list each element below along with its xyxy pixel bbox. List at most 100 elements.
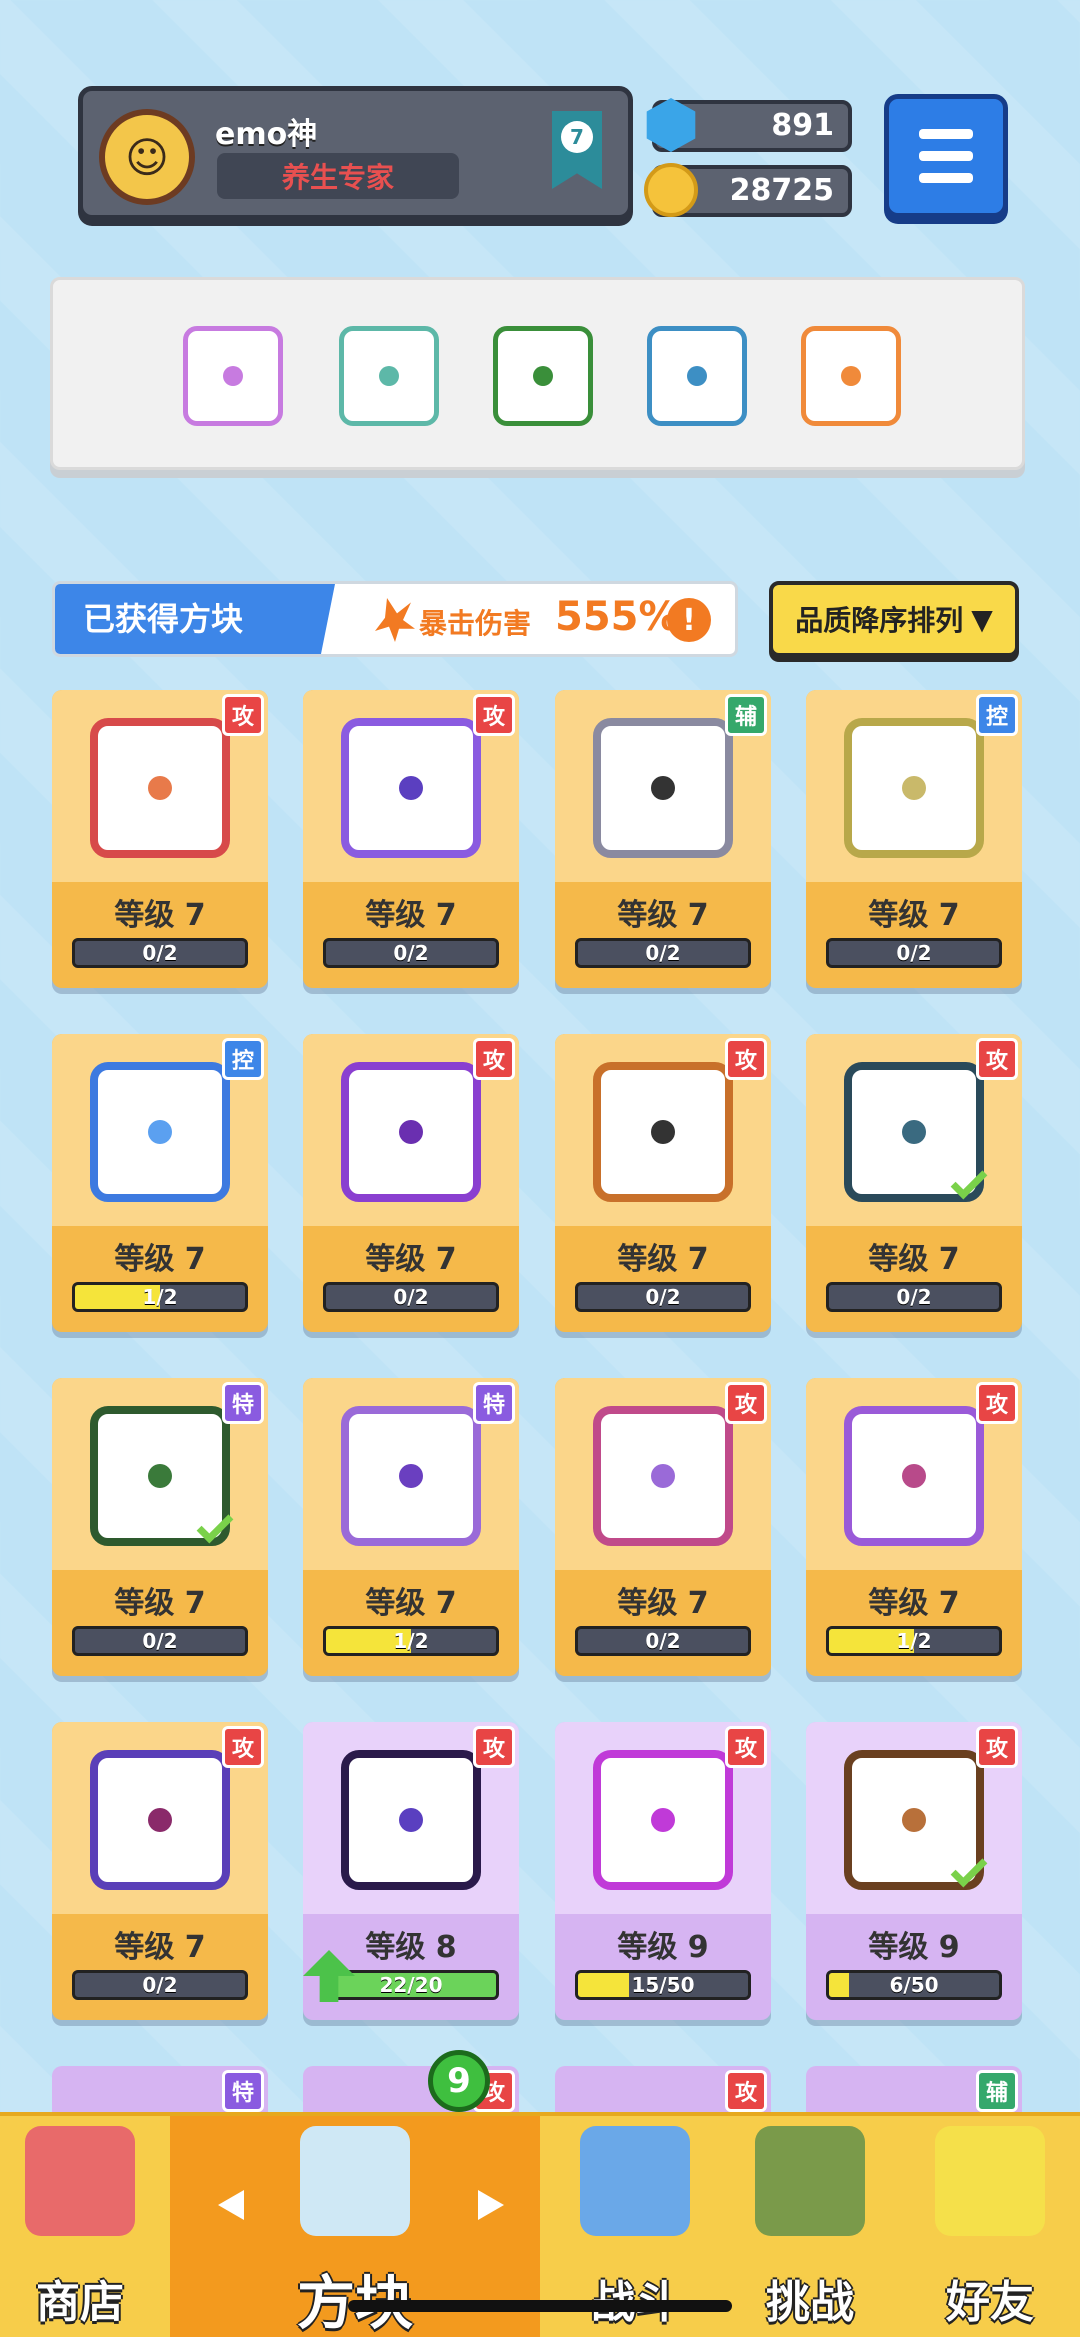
block-card[interactable]: 攻 等级 7 0/2 bbox=[52, 1722, 268, 2020]
progress-text: 22/20 bbox=[379, 1973, 443, 1997]
block-type-badge: 特 bbox=[473, 1382, 515, 1424]
block-progress-bar: 0/2 bbox=[826, 1282, 1002, 1312]
info-icon[interactable]: ! bbox=[667, 598, 711, 642]
progress-text: 0/2 bbox=[142, 941, 178, 965]
block-card[interactable]: 攻 等级 7 0/2 bbox=[555, 1034, 771, 1332]
block-card[interactable]: 攻 等级 8 22/20 bbox=[303, 1722, 519, 2020]
block-card[interactable]: 攻 等级 9 6/50 bbox=[806, 1722, 1022, 2020]
block-icon bbox=[341, 1406, 481, 1546]
block-progress-bar: 6/50 bbox=[826, 1970, 1002, 2000]
block-card[interactable]: 攻 等级 7 0/2 bbox=[52, 690, 268, 988]
block-progress-bar: 15/50 bbox=[575, 1970, 751, 2000]
block-card[interactable]: 攻 等级 7 0/2 bbox=[555, 1378, 771, 1676]
block-icon bbox=[844, 718, 984, 858]
block-type-badge: 攻 bbox=[725, 1382, 767, 1424]
nav-friends[interactable]: 好友 bbox=[900, 2116, 1080, 2337]
block-card[interactable]: 攻 等级 7 0/2 bbox=[303, 690, 519, 988]
block-level: 等级 7 bbox=[617, 1242, 709, 1277]
block-core-icon bbox=[902, 1120, 926, 1144]
nav-shop[interactable]: 商店 bbox=[0, 2116, 160, 2337]
block-core-icon bbox=[148, 776, 172, 800]
block-card[interactable]: 攻 等级 7 0/2 bbox=[303, 1034, 519, 1332]
progress-text: 1/2 bbox=[142, 1285, 178, 1309]
gem-counter[interactable]: 891 bbox=[646, 98, 852, 152]
progress-text: 1/2 bbox=[896, 1629, 932, 1653]
player-avatar[interactable]: ☺ bbox=[99, 109, 195, 205]
block-core-icon bbox=[148, 1464, 172, 1488]
block-type-badge: 攻 bbox=[725, 1726, 767, 1768]
blocks-notification-badge: 9 bbox=[428, 2050, 490, 2112]
block-card[interactable]: 攻 等级 7 0/2 bbox=[806, 1034, 1022, 1332]
block-type-badge: 攻 bbox=[473, 694, 515, 736]
owned-blocks-header: 已获得方块 暴击伤害 555% ! bbox=[52, 581, 738, 657]
block-progress-bar: 0/2 bbox=[72, 1970, 248, 2000]
block-progress-bar: 1/2 bbox=[72, 1282, 248, 1312]
block-icon bbox=[341, 1750, 481, 1890]
block-icon bbox=[593, 1406, 733, 1546]
block-card[interactable]: 攻 等级 7 1/2 bbox=[806, 1378, 1022, 1676]
block-card[interactable]: 辅 等级 7 0/2 bbox=[555, 690, 771, 988]
equipped-slot-vine-block[interactable] bbox=[493, 326, 593, 426]
block-level: 等级 7 bbox=[868, 1586, 960, 1621]
hamburger-line bbox=[919, 173, 973, 183]
block-level: 等级 7 bbox=[365, 898, 457, 933]
equipped-slot-rainbow-block[interactable] bbox=[183, 326, 283, 426]
coin-amount: 28725 bbox=[729, 173, 834, 208]
block-type-badge: 控 bbox=[976, 694, 1018, 736]
nav-label: 挑战 bbox=[766, 2277, 854, 2328]
equipped-slot-target-block[interactable] bbox=[801, 326, 901, 426]
nav-label: 商店 bbox=[36, 2277, 124, 2328]
block-progress-bar: 0/2 bbox=[323, 938, 499, 968]
progress-text: 0/2 bbox=[896, 941, 932, 965]
block-core-icon bbox=[902, 1464, 926, 1488]
block-icon bbox=[90, 1750, 230, 1890]
gem-amount: 891 bbox=[771, 108, 834, 143]
nav-label: 方块 bbox=[170, 2256, 540, 2337]
hamburger-line bbox=[919, 129, 973, 139]
block-level: 等级 7 bbox=[617, 898, 709, 933]
block-card[interactable]: 控 等级 7 1/2 bbox=[52, 1034, 268, 1332]
equipped-slot-vortex-block[interactable] bbox=[647, 326, 747, 426]
block-card[interactable]: 特 等级 7 1/2 bbox=[303, 1378, 519, 1676]
block-type-badge: 特 bbox=[222, 2070, 264, 2112]
home-indicator bbox=[348, 2300, 732, 2312]
block-progress-bar: 0/2 bbox=[575, 938, 751, 968]
block-level: 等级 7 bbox=[114, 1586, 206, 1621]
block-card[interactable]: 特 等级 7 0/2 bbox=[52, 1378, 268, 1676]
block-level: 等级 7 bbox=[617, 1586, 709, 1621]
player-profile-panel[interactable]: ☺ emo神 养生专家 7 bbox=[78, 86, 633, 220]
coin-counter[interactable]: 28725 bbox=[644, 163, 852, 217]
block-card[interactable]: 控 等级 7 0/2 bbox=[806, 690, 1022, 988]
sort-label: 品质降序排列 bbox=[795, 604, 964, 637]
block-core-icon bbox=[902, 1808, 926, 1832]
block-icon bbox=[90, 1062, 230, 1202]
equipped-slot-heal-block[interactable] bbox=[339, 326, 439, 426]
block-type-badge: 攻 bbox=[222, 694, 264, 736]
block-core-icon bbox=[651, 776, 675, 800]
block-icon bbox=[593, 718, 733, 858]
block-icon bbox=[90, 718, 230, 858]
progress-text: 0/2 bbox=[645, 1629, 681, 1653]
block-icon bbox=[341, 718, 481, 858]
rank-ribbon-icon[interactable]: 7 bbox=[552, 111, 602, 189]
crit-damage-label: 暴击伤害 bbox=[419, 607, 532, 640]
block-type-badge: 攻 bbox=[976, 1382, 1018, 1424]
block-core-icon bbox=[533, 366, 553, 386]
sort-quality-button[interactable]: 品质降序排列 ▼ bbox=[769, 581, 1019, 657]
nav-challenge[interactable]: 挑战 bbox=[720, 2116, 900, 2337]
block-level: 等级 7 bbox=[365, 1586, 457, 1621]
block-level: 等级 9 bbox=[617, 1930, 709, 1965]
menu-button[interactable] bbox=[884, 94, 1008, 218]
block-card[interactable]: 攻 等级 9 15/50 bbox=[555, 1722, 771, 2020]
battle-icon bbox=[580, 2126, 690, 2236]
block-core-icon bbox=[399, 1120, 423, 1144]
challenge-icon bbox=[755, 2126, 865, 2236]
block-level: 等级 7 bbox=[868, 898, 960, 933]
block-progress-bar: 0/2 bbox=[826, 938, 1002, 968]
block-icon bbox=[341, 1062, 481, 1202]
block-level: 等级 7 bbox=[114, 1930, 206, 1965]
hamburger-line bbox=[919, 151, 973, 161]
block-type-badge: 攻 bbox=[725, 2070, 767, 2112]
block-core-icon bbox=[399, 1808, 423, 1832]
block-progress-bar: 0/2 bbox=[72, 938, 248, 968]
